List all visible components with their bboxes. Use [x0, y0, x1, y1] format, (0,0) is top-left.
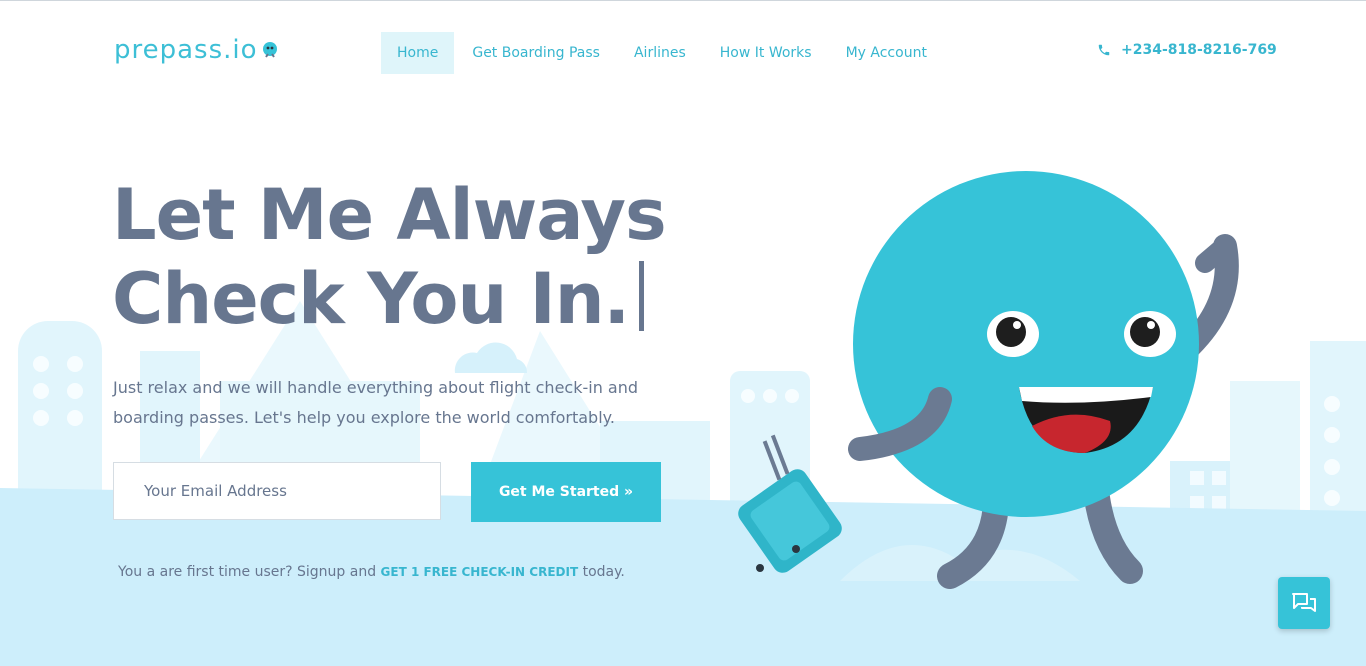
signup-suffix: today.	[582, 564, 625, 580]
chat-icon	[1292, 593, 1316, 612]
nav-get-boarding-pass[interactable]: Get Boarding Pass	[456, 32, 616, 74]
nav-airlines[interactable]: Airlines	[618, 32, 702, 74]
logo[interactable]: prepass.io	[114, 35, 280, 65]
email-input[interactable]	[113, 462, 441, 520]
get-started-button[interactable]: Get Me Started »	[471, 462, 661, 522]
mascot-illustration	[738, 171, 1239, 589]
hero-subtitle: Just relax and we will handle everything…	[113, 378, 639, 427]
hero-title: Let Me Always Check You In.	[112, 173, 667, 341]
signup-prefix: You a are first time user? Signup and	[118, 564, 377, 580]
hero-title-line-2: Check You In.	[112, 257, 666, 341]
free-credit-link[interactable]: GET 1 FREE CHECK-IN CREDIT	[381, 565, 579, 579]
page: prepass.io Home Get Boarding Pass Airlin…	[0, 1, 1366, 666]
signup-note: You a are first time user? Signup and GE…	[118, 564, 625, 580]
nav-home[interactable]: Home	[381, 32, 455, 74]
nav-my-account[interactable]: My Account	[830, 32, 943, 74]
phone-icon	[1098, 44, 1110, 56]
main-nav: Home Get Boarding Pass Airlines How It W…	[381, 32, 945, 74]
chat-button[interactable]	[1278, 577, 1330, 629]
hero-title-line-2-text: Check You In.	[112, 258, 630, 340]
nav-how-it-works[interactable]: How It Works	[704, 32, 828, 74]
logo-text: prepass.io	[114, 35, 258, 65]
typing-cursor	[639, 261, 645, 331]
phone-contact[interactable]: +234-818-8216-769	[1097, 42, 1277, 58]
hero-title-line-1: Let Me Always	[112, 174, 667, 256]
phone-number: +234-818-8216-769	[1121, 42, 1277, 58]
logo-mascot-icon	[262, 42, 277, 58]
